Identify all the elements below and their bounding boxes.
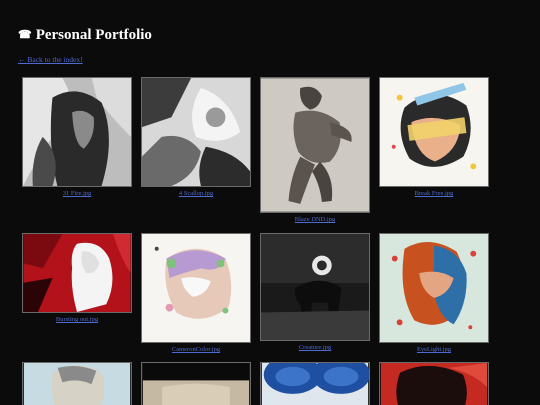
artwork-break-free bbox=[380, 78, 488, 186]
thumbnail-creature[interactable] bbox=[260, 233, 370, 341]
gallery-item-blaze-dnd[interactable]: Blaze DND.jpg bbox=[260, 77, 370, 223]
gallery-item-10[interactable] bbox=[141, 362, 251, 405]
thumbnail-4-scallop[interactable] bbox=[141, 77, 251, 187]
page-title-text: Personal Portfolio bbox=[35, 27, 152, 43]
thumbnail-10[interactable] bbox=[141, 362, 251, 405]
thumbnail-31-fire[interactable] bbox=[22, 77, 132, 187]
gallery-item-11[interactable] bbox=[260, 362, 370, 405]
page-title: ☎ Personal Portfolio bbox=[18, 27, 152, 44]
caption-cameroncolor[interactable]: CameronColor.jpg bbox=[141, 346, 251, 353]
artwork-creature bbox=[261, 234, 369, 340]
artwork-10 bbox=[142, 363, 250, 405]
gallery-item-bursting-out[interactable]: Bursting out.jpg bbox=[22, 233, 132, 323]
thumbnail-9[interactable] bbox=[22, 362, 132, 405]
thumbnail-eyelight[interactable] bbox=[379, 233, 489, 343]
artwork-31-fire bbox=[23, 78, 131, 186]
gallery-item-31-fire[interactable]: 31 Fire.jpg bbox=[22, 77, 132, 197]
thumbnail-blaze-dnd[interactable] bbox=[260, 77, 370, 213]
thumbnail-bursting-out[interactable] bbox=[22, 233, 132, 313]
artwork-blaze-dnd bbox=[261, 78, 369, 212]
back-to-index-link[interactable]: ← Back to the index! bbox=[18, 55, 83, 64]
gallery-item-12[interactable] bbox=[379, 362, 489, 405]
gallery-item-creature[interactable]: Creature.jpg bbox=[260, 233, 370, 351]
artwork-9 bbox=[23, 363, 131, 405]
gallery-item-9[interactable] bbox=[22, 362, 132, 405]
portfolio-page: ☎ Personal Portfolio ← Back to the index… bbox=[0, 0, 540, 405]
caption-bursting-out[interactable]: Bursting out.jpg bbox=[22, 316, 132, 323]
artwork-11 bbox=[261, 363, 369, 405]
thumbnail-cameroncolor[interactable] bbox=[141, 233, 251, 343]
caption-4-scallop[interactable]: 4 Scallop.jpg bbox=[141, 190, 251, 197]
camera-flash-icon: ☎ bbox=[18, 29, 32, 41]
caption-31-fire[interactable]: 31 Fire.jpg bbox=[22, 190, 132, 197]
thumbnail-break-free[interactable] bbox=[379, 77, 489, 187]
caption-break-free[interactable]: Break Free.jpg bbox=[379, 190, 489, 197]
artwork-bursting-out bbox=[23, 234, 131, 312]
gallery-item-eyelight[interactable]: EyeLight.jpg bbox=[379, 233, 489, 353]
thumbnail-12[interactable] bbox=[379, 362, 489, 405]
artwork-4-scallop bbox=[142, 78, 250, 186]
gallery-item-break-free[interactable]: Break Free.jpg bbox=[379, 77, 489, 197]
caption-creature[interactable]: Creature.jpg bbox=[260, 344, 370, 351]
artwork-12 bbox=[380, 363, 488, 405]
gallery-item-4-scallop[interactable]: 4 Scallop.jpg bbox=[141, 77, 251, 197]
caption-blaze-dnd[interactable]: Blaze DND.jpg bbox=[260, 216, 370, 223]
thumbnail-11[interactable] bbox=[260, 362, 370, 405]
artwork-cameroncolor bbox=[142, 234, 250, 342]
artwork-eyelight bbox=[380, 234, 488, 342]
caption-eyelight[interactable]: EyeLight.jpg bbox=[379, 346, 489, 353]
gallery-item-cameroncolor[interactable]: CameronColor.jpg bbox=[141, 233, 251, 353]
